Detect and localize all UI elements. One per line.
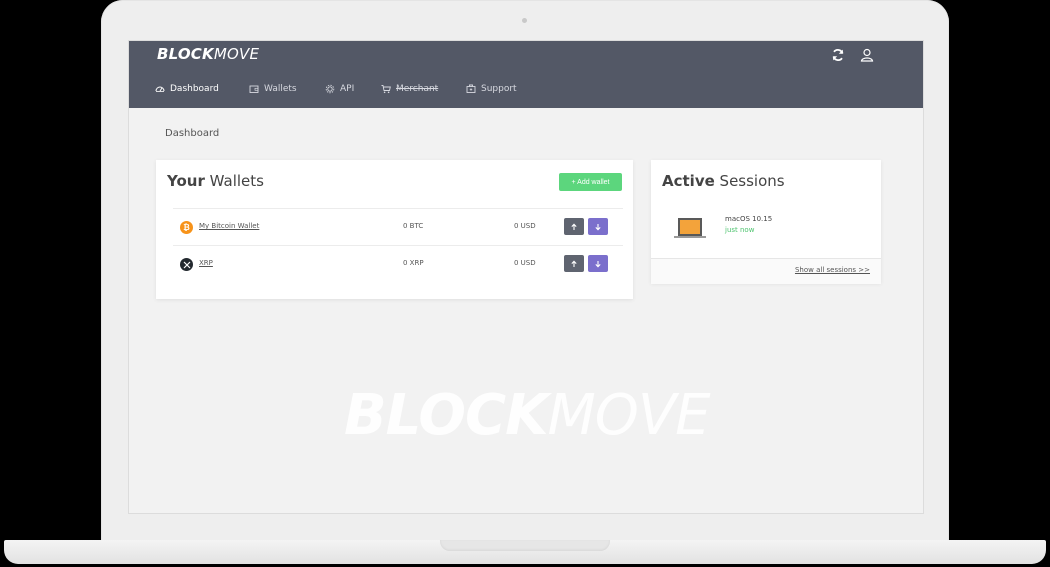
wallet-icon [249,84,259,94]
refresh-icon[interactable] [831,47,847,63]
sessions-footer: Show all sessions >> [651,258,881,284]
wallets-title-rest: Wallets [209,172,264,190]
nav-label: Merchant [396,84,439,94]
send-button[interactable] [564,255,584,272]
sessions-title-bold: Active [662,172,715,190]
logo-bold: BLOCK [157,45,214,63]
nav-label: Support [481,84,517,94]
app-screen: BLOCKMOVE Dashboard Wallets API Merchant… [128,40,924,514]
arrow-up-icon [571,223,577,230]
session-time: just now [725,226,755,234]
send-button[interactable] [564,218,584,235]
wallet-row: ₿ My Bitcoin Wallet 0 BTC 0 USD [173,208,623,245]
brand-watermark: BLOCKMOVE [344,383,711,448]
add-wallet-button[interactable]: + Add wallet [559,173,622,191]
nav-item-merchant[interactable]: Merchant [381,81,438,97]
wallets-title: Your Wallets [167,172,264,190]
top-bar: BLOCKMOVE Dashboard Wallets API Merchant… [129,41,923,108]
user-icon[interactable] [860,47,876,63]
page-title: Dashboard [165,128,220,139]
nav-item-api[interactable]: API [325,81,354,97]
arrow-down-icon [595,223,601,230]
arrow-up-icon [571,260,577,267]
logo-light: MOVE [213,45,260,63]
nav-label: Wallets [264,84,297,94]
wallet-usd: 0 USD [514,259,536,267]
wallet-name-link[interactable]: My Bitcoin Wallet [199,222,259,230]
receive-button[interactable] [588,218,608,235]
wallet-name-link[interactable]: XRP [199,259,213,267]
brand-logo[interactable]: BLOCKMOVE [157,45,259,63]
xrp-icon [180,258,193,271]
camera-dot [522,18,527,23]
dashboard-icon [155,84,165,94]
nav-item-support[interactable]: Support [466,81,517,97]
arrow-down-icon [595,260,601,267]
show-all-sessions-link[interactable]: Show all sessions >> [795,266,870,274]
gear-icon [325,84,335,94]
wallet-usd: 0 USD [514,222,536,230]
watermark-bold: BLOCK [344,383,548,448]
sessions-card: Active Sessions macOS 10.15 just now Sho… [651,160,881,284]
bitcoin-icon: ₿ [180,221,193,234]
nav-item-wallets[interactable]: Wallets [249,81,297,97]
laptop-notch [440,540,610,551]
wallets-card: Your Wallets + Add wallet ₿ My Bitcoin W… [156,160,633,299]
wallet-amount: 0 BTC [403,222,424,230]
nav-label: API [340,84,355,94]
support-icon [466,84,476,94]
cart-icon [381,84,391,94]
wallet-amount: 0 XRP [403,259,424,267]
wallets-title-bold: Your [167,172,205,190]
nav-item-dashboard[interactable]: Dashboard [155,81,219,97]
nav-label: Dashboard [170,84,219,94]
session-os: macOS 10.15 [725,215,773,223]
laptop-icon [674,218,706,238]
wallet-row: XRP 0 XRP 0 USD [173,245,623,282]
sessions-title: Active Sessions [662,172,785,190]
sessions-title-rest: Sessions [719,172,785,190]
watermark-light: MOVE [547,383,710,448]
receive-button[interactable] [588,255,608,272]
